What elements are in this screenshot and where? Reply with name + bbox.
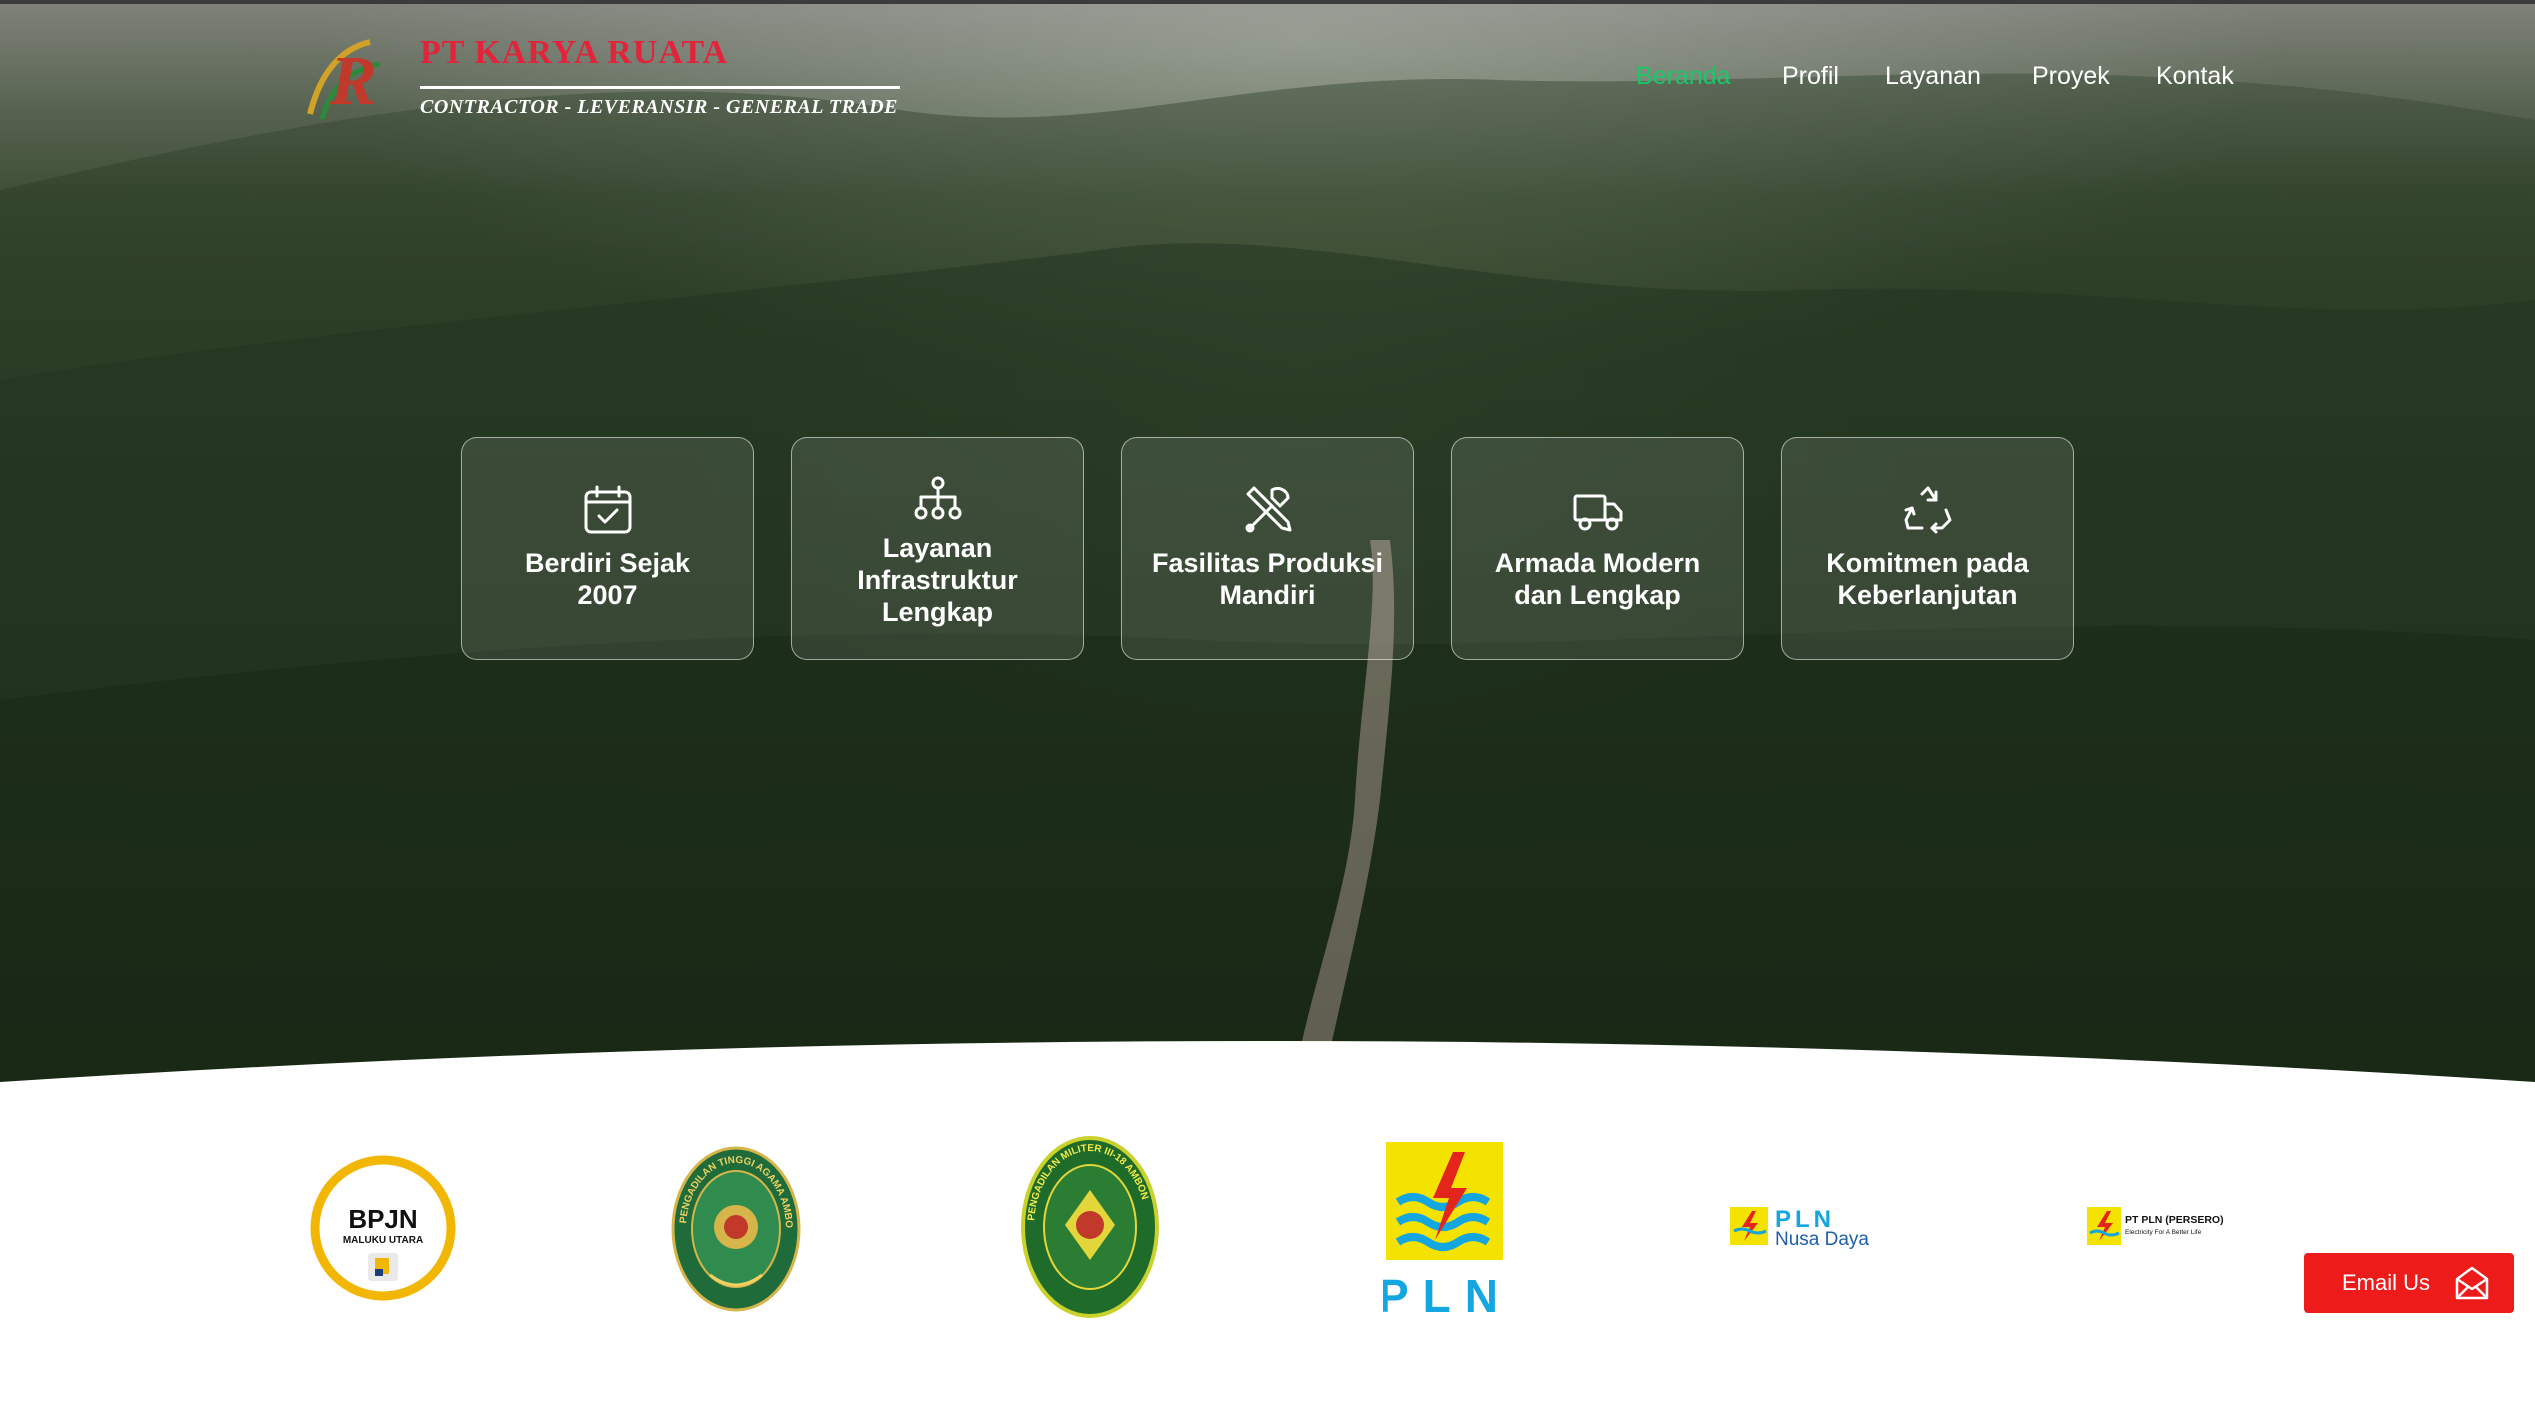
brand-tagline: CONTRACTOR - LEVERANSIR - GENERAL TRADE xyxy=(420,96,898,118)
recycle-icon xyxy=(1904,486,1951,534)
feature-card-infrastructure: Layanan Infrastruktur Lengkap xyxy=(791,437,1084,660)
hero-curve-divider xyxy=(0,1041,2535,1110)
feature-card-production: Fasilitas Produksi Mandiri xyxy=(1121,437,1414,660)
truck-icon xyxy=(1573,494,1622,531)
email-us-label: Email Us xyxy=(2342,1270,2431,1295)
nav-item-proyek[interactable]: Proyek xyxy=(2032,62,2110,91)
brand-name: PT KARYA RUATA xyxy=(420,34,729,71)
feature-title: Fasilitas Produksi Mandiri xyxy=(1151,548,1384,610)
partner-logo-bpjn: BPJN MALUKU UTARA xyxy=(308,1153,458,1303)
partner-logo-pln-persero: PT PLN (PERSERO) Electricity For A Bette… xyxy=(2085,1205,2225,1247)
feature-title: Armada Modern dan Lengkap xyxy=(1494,548,1701,610)
sitemap-icon xyxy=(914,476,961,520)
brand-divider xyxy=(420,86,900,89)
partner-logo-pengadilan-militer: PENGADILAN MILITER III-18 AMBON xyxy=(1020,1135,1160,1320)
brand-mark-icon: R xyxy=(307,39,381,120)
svg-text:PT PLN (PERSERO): PT PLN (PERSERO) xyxy=(2125,1214,2224,1226)
nav-item-profil[interactable]: Profil xyxy=(1782,62,1839,91)
feature-title: Layanan Infrastruktur Lengkap xyxy=(857,533,1018,627)
calendar-check-icon xyxy=(584,485,631,534)
partner-logo-pengadilan-tinggi-agama: PENGADILAN TINGGI AGAMA AMBON xyxy=(666,1137,802,1313)
feature-card-sustainability: Komitmen pada Keberlanjutan xyxy=(1781,437,2074,660)
feature-card-fleet: Armada Modern dan Lengkap xyxy=(1451,437,1744,660)
svg-text:R: R xyxy=(329,43,377,120)
svg-text:Nusa Daya: Nusa Daya xyxy=(1775,1229,1869,1249)
envelope-icon xyxy=(2455,1266,2489,1300)
svg-text:BPJN: BPJN xyxy=(348,1204,417,1234)
partner-logo-pln-nusa-daya: PLN Nusa Daya xyxy=(1728,1203,1878,1250)
nav-item-kontak[interactable]: Kontak xyxy=(2156,62,2234,91)
partner-logo-pln: PLN xyxy=(1378,1140,1508,1322)
top-border xyxy=(0,0,2535,4)
nav-item-beranda[interactable]: Beranda xyxy=(1636,62,1731,91)
svg-text:Electricity For A Better Life: Electricity For A Better Life xyxy=(2125,1229,2202,1236)
email-us-button[interactable]: Email Us xyxy=(2304,1253,2514,1313)
tools-icon xyxy=(1245,486,1291,533)
feature-card-established: Berdiri Sejak 2007 xyxy=(461,437,754,660)
feature-title: Berdiri Sejak 2007 xyxy=(524,548,691,610)
feature-title: Komitmen pada Keberlanjutan xyxy=(1826,548,2029,610)
svg-text:PLN: PLN xyxy=(1383,1270,1508,1320)
svg-text:MALUKU UTARA: MALUKU UTARA xyxy=(343,1235,423,1246)
nav-item-layanan[interactable]: Layanan xyxy=(1885,62,1981,91)
brand-logo[interactable]: R PT KARYA RUATA CONTRACTOR - LEVERANSIR… xyxy=(300,30,910,130)
